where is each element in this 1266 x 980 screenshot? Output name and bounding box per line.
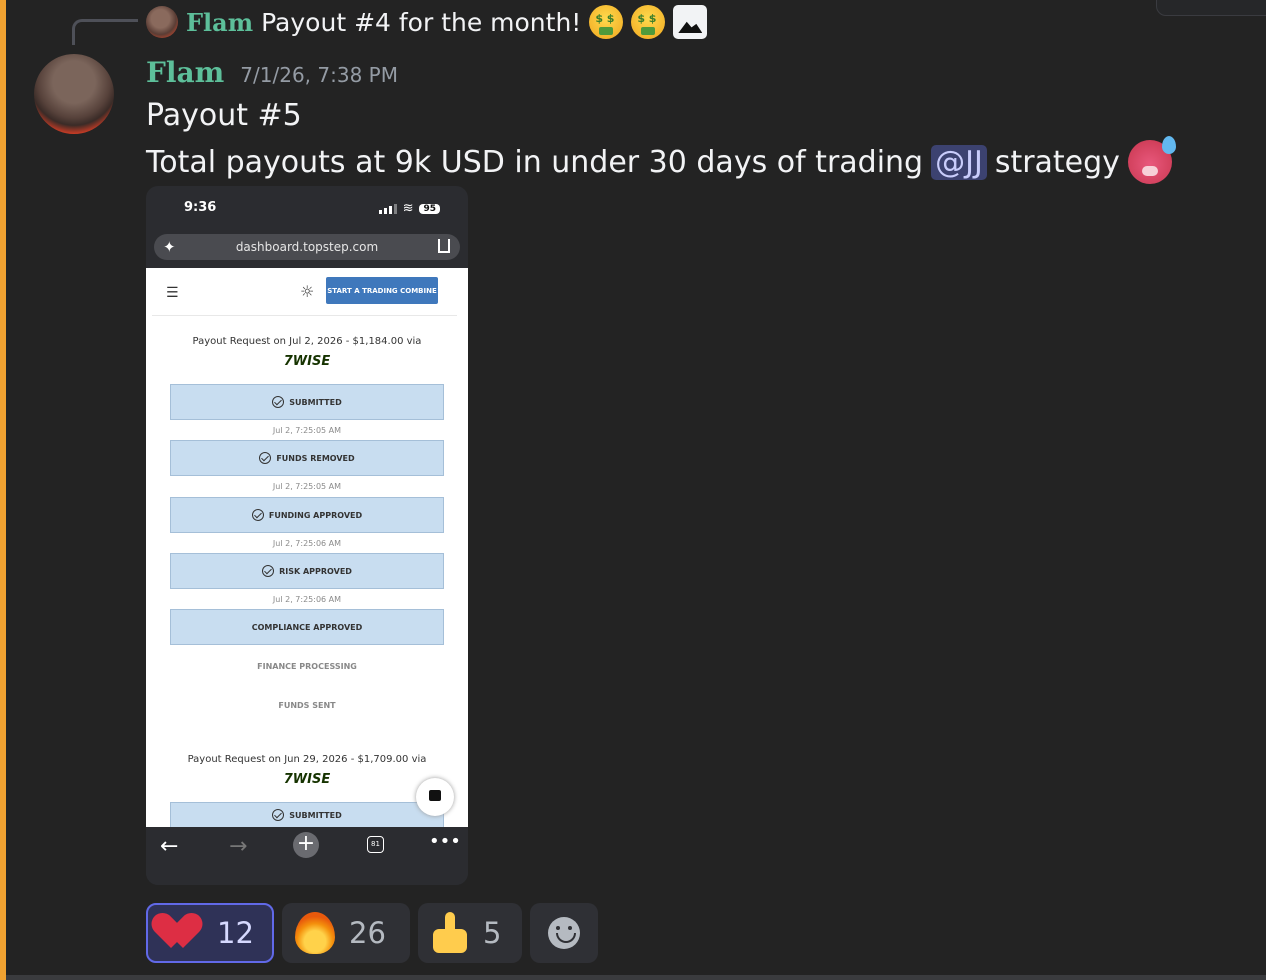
more-icon: ••• <box>429 831 461 852</box>
message-text-end: strategy <box>994 144 1120 180</box>
signal-icon <box>378 203 397 214</box>
check-circle-icon <box>251 509 264 521</box>
author-name[interactable]: Flam <box>146 56 224 89</box>
reply-text: Payout #4 for the month! <box>261 7 582 37</box>
reply-author[interactable]: Flam <box>186 8 253 37</box>
reaction-bar: 12 26 5 <box>146 903 598 963</box>
reaction-heart[interactable]: 12 <box>146 903 274 963</box>
share-icon <box>438 239 450 253</box>
step-submitted: SUBMITTED <box>170 384 444 420</box>
reply-avatar[interactable] <box>146 6 178 38</box>
thumbs-up-icon <box>431 912 469 954</box>
check-circle-icon <box>259 452 272 464</box>
step-time: Jul 2, 7:25:06 AM <box>272 539 342 548</box>
payout-request-title-2: Payout Request on Jun 29, 2026 - $1,709.… <box>187 754 427 765</box>
browser-url: dashboard.topstep.com <box>235 240 379 254</box>
theme-icon: ☼ <box>300 282 315 301</box>
reaction-fire[interactable]: 26 <box>282 903 410 963</box>
reaction-thumbs-up[interactable]: 5 <box>418 903 522 963</box>
discord-message-view: Flam Payout #4 for the month! Flam 7/1/2… <box>0 0 1266 980</box>
message-line-1: Payout #5 <box>146 98 302 133</box>
message-header: Flam 7/1/26, 7:38 PM <box>146 56 398 89</box>
tabs-count: 81 <box>367 836 384 853</box>
add-reaction-icon <box>548 917 580 949</box>
reply-connector <box>72 19 138 45</box>
step-time: Jul 2, 7:25:05 AM <box>272 426 342 435</box>
check-circle-icon <box>262 565 275 577</box>
phone-status-bar: 9:36 ≋ 95 <box>146 186 468 228</box>
sparkle-icon: ✦ <box>163 238 176 256</box>
browser-address-bar: ✦ dashboard.topstep.com <box>154 234 460 260</box>
card-border <box>152 315 457 316</box>
author-avatar[interactable] <box>34 54 114 134</box>
message-text: Total payouts at 9k USD in under 30 days… <box>146 144 924 180</box>
payout-request-title: Payout Request on Jul 2, 2026 - $1,184.0… <box>192 336 422 347</box>
step-funding-approved: FUNDING APPROVED <box>170 497 444 533</box>
wifi-icon: ≋ <box>402 201 414 216</box>
heart-icon <box>161 914 203 952</box>
browser-toolbar: ← → + 81 ••• <box>146 827 468 885</box>
attached-screenshot[interactable]: 9:36 ≋ 95 ✦ dashboard.topstep.com ☰ ☼ ST… <box>146 186 468 885</box>
add-reaction-button[interactable] <box>530 903 598 963</box>
wise-logo: 7WISE <box>283 354 331 369</box>
bottom-divider <box>6 975 1266 980</box>
topstep-page: ☰ ☼ START A TRADING COMBINE Payout Reque… <box>146 268 468 828</box>
message-timestamp[interactable]: 7/1/26, 7:38 PM <box>240 63 398 87</box>
user-mention[interactable]: @JJ <box>931 144 987 180</box>
start-combine-button: START A TRADING COMBINE <box>326 277 438 304</box>
highlight-bar <box>0 0 6 980</box>
top-right-panel <box>1156 0 1266 16</box>
new-tab-icon: + <box>293 832 319 858</box>
step-submitted-2: SUBMITTED <box>170 802 444 828</box>
pending-step: FINANCE PROCESSING <box>257 662 357 671</box>
reaction-count: 12 <box>217 916 254 950</box>
back-arrow-icon: ← <box>160 834 179 859</box>
step-time: Jul 2, 7:25:05 AM <box>272 482 342 491</box>
menu-icon: ☰ <box>166 285 179 301</box>
message-line-2: Total payouts at 9k USD in under 30 days… <box>146 136 1176 184</box>
step-time: Jul 2, 7:25:06 AM <box>272 595 342 604</box>
phone-time: 9:36 <box>184 200 217 215</box>
hot-face-icon <box>1127 136 1176 184</box>
money-mouth-face-icon <box>631 5 666 39</box>
step-risk-approved: RISK APPROVED <box>170 553 444 589</box>
forward-arrow-icon: → <box>229 834 248 859</box>
reaction-count: 5 <box>483 916 502 950</box>
check-circle-icon <box>272 809 285 821</box>
money-mouth-face-icon <box>589 5 624 39</box>
check-circle-icon <box>272 396 285 408</box>
reaction-count: 26 <box>349 916 386 950</box>
chat-bubble-icon <box>416 778 454 816</box>
image-icon[interactable] <box>673 5 708 39</box>
battery-icon: 95 <box>419 203 440 214</box>
step-compliance-approved: COMPLIANCE APPROVED <box>170 609 444 645</box>
fire-icon <box>295 912 335 954</box>
reply-preview[interactable]: Flam Payout #4 for the month! <box>146 4 708 40</box>
pending-step: FUNDS SENT <box>278 701 336 710</box>
step-funds-removed: FUNDS REMOVED <box>170 440 444 476</box>
